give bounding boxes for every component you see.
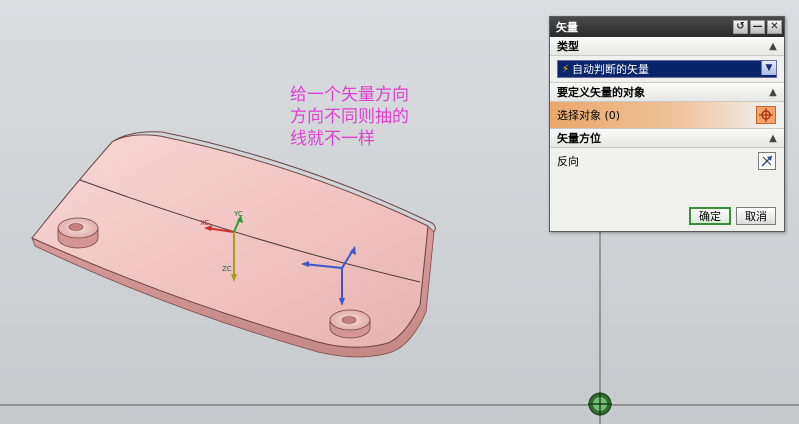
- dialog-footer: 确定 取消: [689, 207, 776, 225]
- reverse-row: 反向: [550, 148, 784, 174]
- crosshair-icon[interactable]: [756, 106, 776, 124]
- csys-origin-icon[interactable]: [588, 392, 612, 416]
- chevron-up-icon[interactable]: ▲: [765, 85, 781, 99]
- dialog-titlebar[interactable]: 矢量 ↺ — ✕: [550, 17, 784, 37]
- object-section-label: 要定义矢量的对象: [557, 86, 645, 99]
- yc-label: YC: [233, 210, 243, 218]
- ok-button[interactable]: 确定: [689, 207, 731, 225]
- chevron-up-icon[interactable]: ▲: [765, 39, 781, 53]
- select-object-row[interactable]: 选择对象 (0): [550, 102, 784, 128]
- close-icon[interactable]: ✕: [767, 20, 782, 34]
- reverse-label: 反向: [557, 155, 579, 168]
- left-boss: [57, 217, 99, 249]
- object-section-header[interactable]: 要定义矢量的对象 ▲: [550, 82, 784, 102]
- zc-label: ZC: [222, 265, 232, 273]
- type-section-label: 类型: [557, 40, 579, 53]
- lightning-icon: ⚡: [562, 63, 570, 75]
- annotation-line-2: 方向不同则抽的: [290, 107, 409, 127]
- select-object-label: 选择对象 (0): [557, 109, 621, 122]
- right-boss: [329, 309, 371, 339]
- annotation-text: 给一个矢量方向 方向不同则抽的 线就不一样: [290, 84, 409, 150]
- type-section-body: ⚡ 自动判断的矢量 ▼: [550, 56, 784, 82]
- xc-label: XC: [200, 219, 209, 227]
- vector-type-value: 自动判断的矢量: [572, 63, 650, 76]
- annotation-line-3: 线就不一样: [290, 129, 375, 149]
- vector-dialog: 矢量 ↺ — ✕ 类型 ▲ ⚡ 自动判断的矢量 ▼ 要定义矢量的对象 ▲ 选择对…: [549, 16, 785, 232]
- minimize-icon[interactable]: —: [750, 20, 765, 34]
- reverse-direction-icon[interactable]: [758, 152, 776, 170]
- cancel-button[interactable]: 取消: [736, 207, 776, 225]
- chevron-up-icon[interactable]: ▲: [765, 131, 781, 145]
- reset-icon[interactable]: ↺: [733, 20, 748, 34]
- orientation-section-label: 矢量方位: [557, 132, 601, 145]
- vector-type-select[interactable]: ⚡ 自动判断的矢量 ▼: [557, 60, 777, 78]
- chevron-down-icon[interactable]: ▼: [761, 61, 776, 75]
- type-section-header[interactable]: 类型 ▲: [550, 37, 784, 56]
- annotation-line-1: 给一个矢量方向: [290, 85, 409, 105]
- orientation-section-header[interactable]: 矢量方位 ▲: [550, 128, 784, 148]
- dialog-title: 矢量: [556, 21, 578, 34]
